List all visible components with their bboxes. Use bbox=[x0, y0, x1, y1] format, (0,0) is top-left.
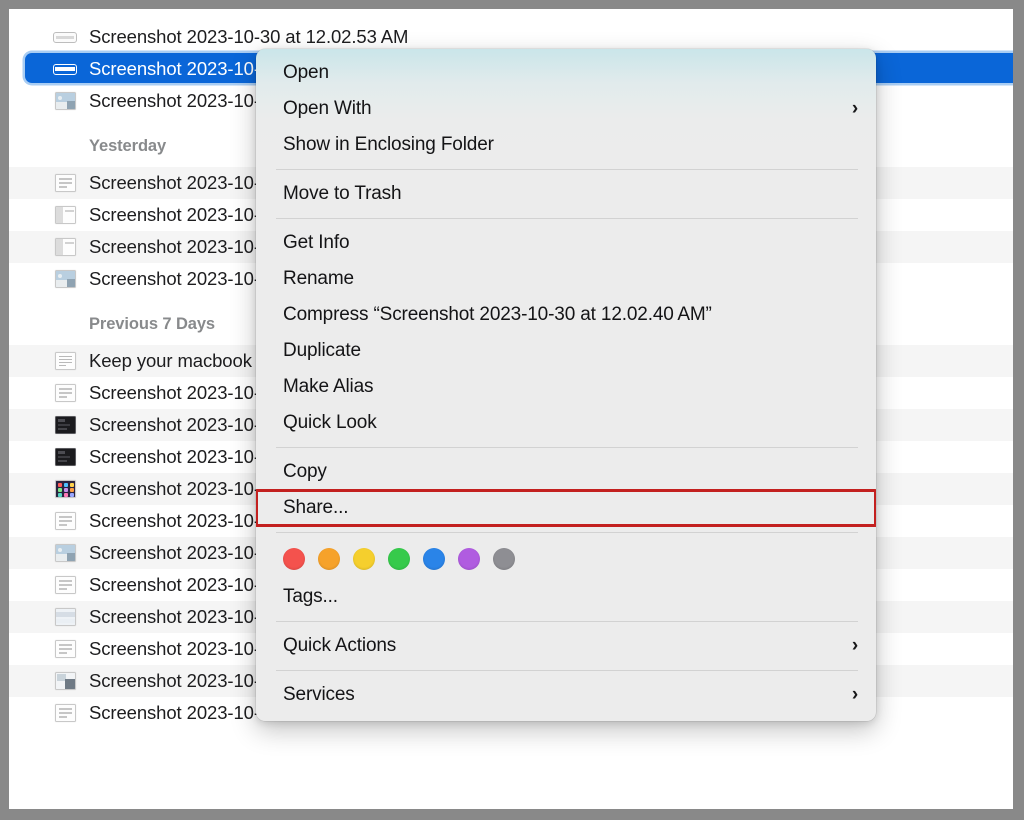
sidebar-thumb-icon bbox=[51, 205, 79, 225]
menu-item-label: Rename bbox=[283, 268, 354, 289]
menu-separator bbox=[276, 621, 858, 622]
purple-tag[interactable] bbox=[458, 548, 480, 570]
orange-tag[interactable] bbox=[318, 548, 340, 570]
gray-tag[interactable] bbox=[493, 548, 515, 570]
yellow-tag[interactable] bbox=[353, 548, 375, 570]
photo-thumb-icon bbox=[51, 269, 79, 289]
textdoc-thumb-icon bbox=[51, 351, 79, 371]
screenshot-frame: Screenshot 2023-10-30 at 12.02.53 AM Scre… bbox=[0, 0, 1024, 820]
menu-item-label: Tags... bbox=[283, 586, 338, 607]
photo-thumb-icon bbox=[51, 91, 79, 111]
dark-thumb-icon bbox=[51, 415, 79, 435]
chevron-right-icon: › bbox=[851, 97, 858, 119]
menu-item-label: Move to Trash bbox=[283, 183, 402, 204]
menu-item-open-with[interactable]: Open With › bbox=[256, 91, 876, 127]
menu-item-copy[interactable]: Copy bbox=[256, 454, 876, 490]
list-section-header: Yesterday bbox=[89, 137, 167, 155]
menu-item-quick-actions[interactable]: Quick Actions › bbox=[256, 628, 876, 664]
menu-item-label: Copy bbox=[283, 461, 327, 482]
context-menu[interactable]: Open Open With › Show in Enclosing Folder Mo… bbox=[256, 49, 876, 721]
blue-tag[interactable] bbox=[423, 548, 445, 570]
menu-item-show-in-enclosing-folder[interactable]: Show in Enclosing Folder bbox=[256, 127, 876, 163]
menu-separator bbox=[276, 169, 858, 170]
menu-item-get-info[interactable]: Get Info bbox=[256, 225, 876, 261]
menu-item-label: Open bbox=[283, 62, 329, 83]
green-tag[interactable] bbox=[388, 548, 410, 570]
menu-separator bbox=[276, 447, 858, 448]
menu-separator bbox=[276, 218, 858, 219]
menu-item-label: Services bbox=[283, 684, 355, 705]
halfdark-thumb-icon bbox=[51, 671, 79, 691]
sidebar-thumb-icon bbox=[51, 237, 79, 257]
menu-item-label: Open With bbox=[283, 98, 372, 119]
red-tag[interactable] bbox=[283, 548, 305, 570]
file-name-label: Screenshot 2023-10-30 at 12.02.53 AM bbox=[89, 26, 409, 47]
menu-item-move-to-trash[interactable]: Move to Trash bbox=[256, 176, 876, 212]
menu-item-quick-look[interactable]: Quick Look bbox=[256, 405, 876, 441]
menu-item-label: Share... bbox=[283, 497, 349, 518]
dark-thumb-icon bbox=[51, 447, 79, 467]
chevron-right-icon: › bbox=[851, 634, 858, 656]
bar-thumb-icon bbox=[51, 607, 79, 627]
document-thumb-icon bbox=[51, 511, 79, 531]
document-thumb-icon bbox=[51, 575, 79, 595]
menu-item-compress-screenshot-2023-10-30-at-12-02-40-am[interactable]: Compress “Screenshot 2023-10-30 at 12.02… bbox=[256, 297, 876, 333]
document-thumb-icon bbox=[51, 703, 79, 723]
menu-separator bbox=[276, 532, 858, 533]
menu-item-label: Duplicate bbox=[283, 340, 361, 361]
document-thumb-icon bbox=[51, 639, 79, 659]
menu-separator bbox=[276, 670, 858, 671]
document-thumb-icon bbox=[51, 173, 79, 193]
menu-item-open[interactable]: Open bbox=[256, 55, 876, 91]
tag-color-row[interactable] bbox=[256, 539, 876, 579]
menu-item-label: Make Alias bbox=[283, 376, 374, 397]
menu-item-services[interactable]: Services › bbox=[256, 677, 876, 713]
menu-item-label: Get Info bbox=[283, 232, 350, 253]
menu-item-share[interactable]: Share... bbox=[256, 489, 876, 527]
menu-item-make-alias[interactable]: Make Alias bbox=[256, 369, 876, 405]
menu-item-label: Compress “Screenshot 2023-10-30 at 12.02… bbox=[283, 304, 712, 325]
menu-item-label: Quick Actions bbox=[283, 635, 397, 656]
list-section-header: Previous 7 Days bbox=[89, 315, 215, 333]
finder-list-view: Screenshot 2023-10-30 at 12.02.53 AM Scre… bbox=[9, 9, 1013, 809]
chevron-right-icon: › bbox=[851, 683, 858, 705]
menu-item-label: Show in Enclosing Folder bbox=[283, 134, 494, 155]
document-thumb-icon bbox=[51, 383, 79, 403]
pill-icon bbox=[51, 27, 79, 47]
menu-item-tags[interactable]: Tags... bbox=[256, 579, 876, 615]
photo-thumb-icon bbox=[51, 543, 79, 563]
colorful-thumb-icon bbox=[51, 479, 79, 499]
menu-item-label: Quick Look bbox=[283, 412, 377, 433]
menu-item-duplicate[interactable]: Duplicate bbox=[256, 333, 876, 369]
menu-item-rename[interactable]: Rename bbox=[256, 261, 876, 297]
pill-icon bbox=[51, 59, 79, 79]
